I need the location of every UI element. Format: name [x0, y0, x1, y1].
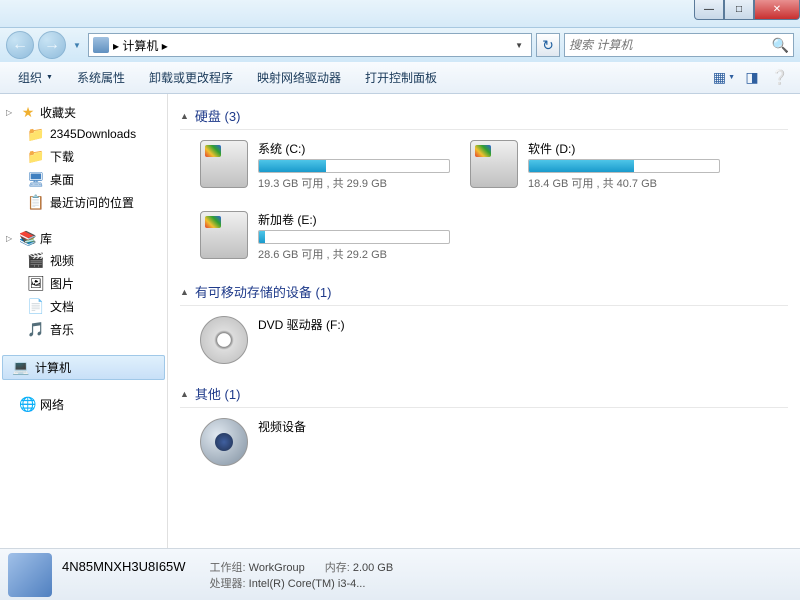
- sidebar-favorites-header[interactable]: ▷★ 收藏夹: [0, 102, 167, 123]
- section-hdd-header[interactable]: ▲ 硬盘 (3): [180, 102, 788, 130]
- main-panel: ▲ 硬盘 (3) 系统 (C:) 19.3 GB 可用 , 共 29.9 GB 软件…: [168, 94, 800, 548]
- content-area: ▷★ 收藏夹 📁2345Downloads 📁下载 🖥桌面 📋最近访问的位置 ▷…: [0, 94, 800, 548]
- drive-item-0[interactable]: 系统 (C:) 19.3 GB 可用 , 共 29.9 GB: [200, 140, 450, 191]
- computer-icon: [93, 37, 109, 53]
- star-icon: ★: [20, 105, 36, 121]
- status-workgroup: WorkGroup: [249, 562, 305, 574]
- drive-status: 19.3 GB 可用 , 共 29.9 GB: [258, 175, 450, 191]
- back-button[interactable]: ←: [6, 31, 34, 59]
- search-input[interactable]: [569, 38, 772, 52]
- recent-icon: 📋: [28, 195, 44, 211]
- drive-label: 新加卷 (E:): [258, 211, 450, 228]
- device-webcam[interactable]: 视频设备: [200, 418, 450, 466]
- computer-large-icon: [8, 553, 52, 597]
- folder-icon: 📁: [28, 126, 44, 142]
- sidebar-network-label: 网络: [40, 396, 64, 413]
- document-icon: 📄: [28, 299, 44, 315]
- explorer-window: — □ ✕ ← → ▼ ▸ 计算机 ▸ ▼ ↻ 🔍 组织▼ 系统属性 卸载或更改…: [0, 0, 800, 600]
- sidebar-libraries-label: 库: [40, 230, 52, 247]
- sidebar-network-header[interactable]: ▷🌐 网络: [0, 394, 167, 415]
- sidebar-item-downloads2345[interactable]: 📁2345Downloads: [0, 123, 167, 145]
- sidebar-favorites-label: 收藏夹: [40, 104, 76, 121]
- sidebar-item-desktop[interactable]: 🖥桌面: [0, 168, 167, 191]
- close-button[interactable]: ✕: [754, 0, 800, 20]
- drive-capacity-bar: [258, 159, 450, 173]
- network-icon: 🌐: [20, 397, 36, 413]
- titlebar: — □ ✕: [0, 0, 800, 28]
- maximize-button[interactable]: □: [724, 0, 754, 20]
- section-other-header[interactable]: ▲ 其他 (1): [180, 380, 788, 408]
- collapse-icon: ▲: [180, 111, 189, 121]
- drive-capacity-bar: [258, 230, 450, 244]
- minimize-button[interactable]: —: [694, 0, 724, 20]
- drive-item-2[interactable]: 新加卷 (E:) 28.6 GB 可用 , 共 29.2 GB: [200, 211, 450, 262]
- address-bar[interactable]: ▸ 计算机 ▸ ▼: [88, 33, 532, 57]
- desktop-icon: 🖥: [28, 172, 44, 188]
- search-bar[interactable]: 🔍: [564, 33, 794, 57]
- dvd-icon: [200, 316, 248, 364]
- sidebar-item-computer[interactable]: 💻 计算机: [2, 355, 165, 380]
- drive-label: DVD 驱动器 (F:): [258, 316, 450, 333]
- drive-status: 18.4 GB 可用 , 共 40.7 GB: [528, 175, 720, 191]
- music-icon: 🎵: [28, 322, 44, 338]
- drive-status: 28.6 GB 可用 , 共 29.2 GB: [258, 246, 450, 262]
- status-computer-name: 4N85MNXH3U8I65W: [62, 559, 186, 575]
- preview-pane-icon[interactable]: ◨: [740, 66, 764, 90]
- library-icon: 📚: [20, 231, 36, 247]
- drive-dvd[interactable]: DVD 驱动器 (F:): [200, 316, 450, 364]
- sidebar-item-pictures[interactable]: 🖼图片: [0, 272, 167, 295]
- computer-icon: 💻: [13, 360, 29, 376]
- sidebar-item-recent[interactable]: 📋最近访问的位置: [0, 191, 167, 214]
- organize-button[interactable]: 组织▼: [8, 65, 63, 90]
- hdd-icon: [470, 140, 518, 188]
- section-removable-header[interactable]: ▲ 有可移动存储的设备 (1): [180, 278, 788, 306]
- drive-label: 系统 (C:): [258, 140, 450, 157]
- drive-capacity-bar: [528, 159, 720, 173]
- status-cpu: Intel(R) Core(TM) i3-4...: [249, 578, 366, 590]
- collapse-icon: ▲: [180, 287, 189, 297]
- device-label: 视频设备: [258, 418, 450, 435]
- hdd-icon: [200, 140, 248, 188]
- search-icon[interactable]: 🔍: [772, 37, 789, 54]
- help-icon[interactable]: ❔: [768, 66, 792, 90]
- drive-item-1[interactable]: 软件 (D:) 18.4 GB 可用 , 共 40.7 GB: [470, 140, 720, 191]
- status-cpu-label: 处理器:: [210, 578, 246, 590]
- forward-button[interactable]: →: [38, 31, 66, 59]
- sidebar-item-music[interactable]: 🎵音乐: [0, 318, 167, 341]
- sidebar: ▷★ 收藏夹 📁2345Downloads 📁下载 🖥桌面 📋最近访问的位置 ▷…: [0, 94, 168, 548]
- sidebar-libraries-header[interactable]: ▷📚 库: [0, 228, 167, 249]
- map-drive-button[interactable]: 映射网络驱动器: [247, 65, 351, 90]
- video-icon: 🎬: [28, 253, 44, 269]
- picture-icon: 🖼: [28, 276, 44, 292]
- hdd-icon: [200, 211, 248, 259]
- sidebar-item-documents[interactable]: 📄文档: [0, 295, 167, 318]
- control-panel-button[interactable]: 打开控制面板: [355, 65, 447, 90]
- address-path: ▸ 计算机 ▸: [113, 37, 507, 54]
- toolbar: 组织▼ 系统属性 卸载或更改程序 映射网络驱动器 打开控制面板 ▦▼ ◨ ❔: [0, 62, 800, 94]
- system-properties-button[interactable]: 系统属性: [67, 65, 135, 90]
- sidebar-item-downloads[interactable]: 📁下载: [0, 145, 167, 168]
- folder-icon: 📁: [28, 149, 44, 165]
- navbar: ← → ▼ ▸ 计算机 ▸ ▼ ↻ 🔍: [0, 28, 800, 62]
- address-dropdown-icon[interactable]: ▼: [511, 41, 527, 50]
- drive-label: 软件 (D:): [528, 140, 720, 157]
- refresh-button[interactable]: ↻: [536, 33, 560, 57]
- sidebar-item-videos[interactable]: 🎬视频: [0, 249, 167, 272]
- webcam-icon: [200, 418, 248, 466]
- view-options-icon[interactable]: ▦▼: [712, 66, 736, 90]
- status-memory-label: 内存:: [325, 562, 350, 574]
- status-workgroup-label: 工作组:: [210, 562, 246, 574]
- uninstall-button[interactable]: 卸载或更改程序: [139, 65, 243, 90]
- nav-history-dropdown[interactable]: ▼: [70, 35, 84, 55]
- collapse-icon: ▲: [180, 389, 189, 399]
- status-memory: 2.00 GB: [353, 562, 393, 574]
- statusbar: 4N85MNXH3U8I65W 工作组: WorkGroup 内存: 2.00 …: [0, 548, 800, 600]
